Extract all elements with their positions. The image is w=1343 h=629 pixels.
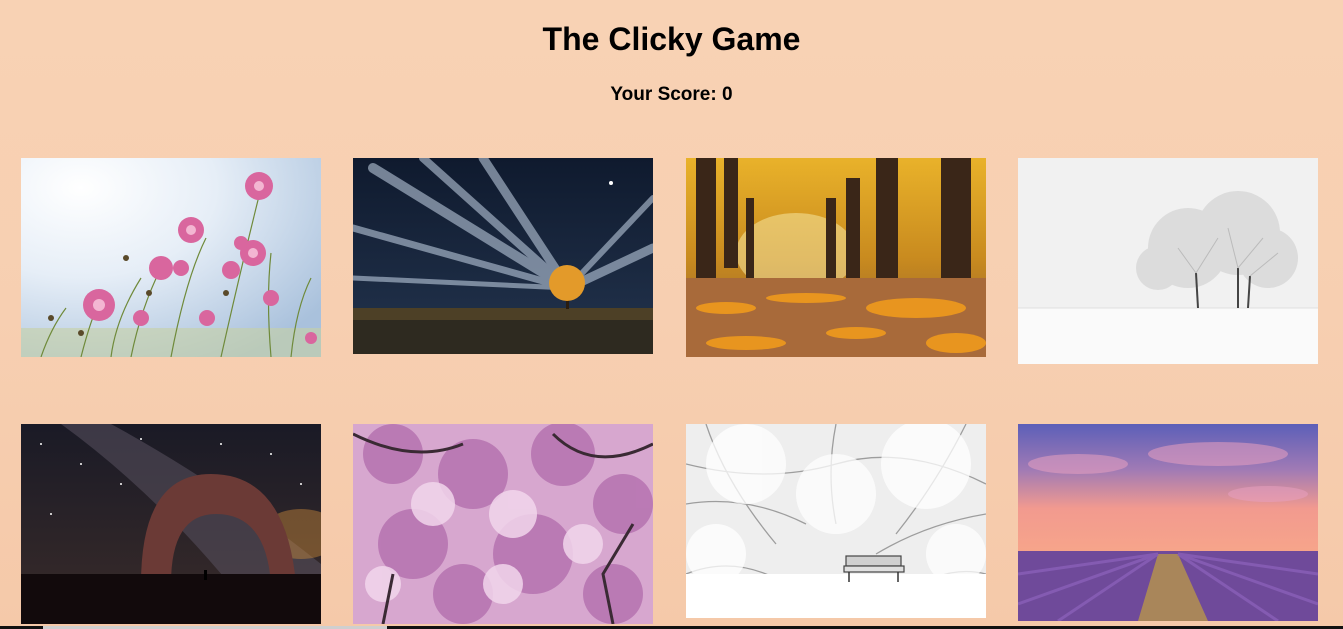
image-card-snowy-bench[interactable] <box>686 424 986 618</box>
snowy-bench-image <box>686 424 986 618</box>
lavender-field-image <box>1018 424 1318 621</box>
image-card-cherry-blossoms[interactable] <box>353 424 653 624</box>
image-card-cosmos-flowers[interactable] <box>21 158 321 357</box>
image-card-lavender-field[interactable] <box>1018 424 1318 621</box>
night-tree-image <box>353 158 653 354</box>
page-title: The Clicky Game <box>542 21 801 57</box>
score-label: Your Score: <box>610 84 717 105</box>
cosmos-flowers-image <box>21 158 321 357</box>
cherry-blossoms-image <box>353 424 653 624</box>
autumn-path-image <box>686 158 986 357</box>
score-value: 0 <box>721 84 733 105</box>
image-card-stone-arch[interactable] <box>21 424 321 624</box>
image-card-autumn-path[interactable] <box>686 158 986 357</box>
frosted-tree-image <box>1018 158 1318 364</box>
score-display: Your Score: 0 <box>0 84 1343 106</box>
stone-arch-image <box>21 424 321 624</box>
image-card-night-tree[interactable] <box>353 158 653 354</box>
image-card-frosted-tree[interactable] <box>1018 158 1318 364</box>
